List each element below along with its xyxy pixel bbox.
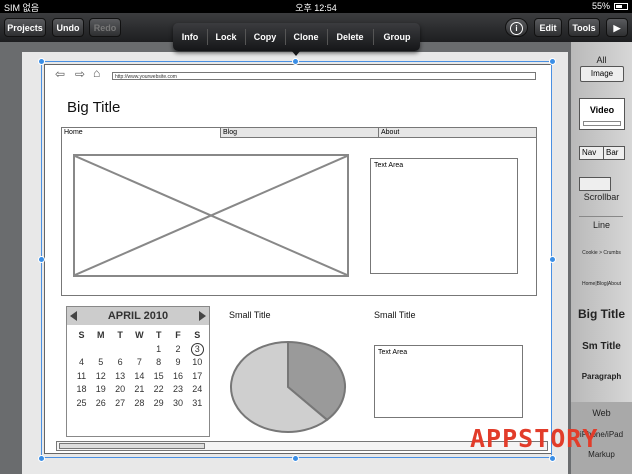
popup-lock-button[interactable]: Lock <box>208 23 244 51</box>
panel-video-label: Video <box>589 105 615 115</box>
popup-clone-button[interactable]: Clone <box>286 23 326 51</box>
battery-percent: 55% <box>591 1 610 11</box>
video-progress-icon <box>583 121 621 126</box>
undo-button[interactable]: Undo <box>52 18 84 37</box>
play-icon: ▶ <box>613 23 621 33</box>
redo-button[interactable]: Redo <box>89 18 121 37</box>
panel-bar-label: Bar <box>603 147 618 159</box>
panel-web-tab[interactable]: Web <box>571 408 632 418</box>
resize-handle-top-right[interactable] <box>549 58 556 65</box>
scrollbar-preview-icon <box>579 177 611 191</box>
resize-handle-bottom[interactable] <box>292 455 299 462</box>
panel-all-tab[interactable]: All <box>571 55 632 65</box>
popup-arrow <box>291 50 301 56</box>
context-popup: Info Lock Copy Clone Delete Group <box>173 23 420 51</box>
panel-line-item[interactable]: Line <box>571 220 632 230</box>
status-bar: SIM 없음 오후 12:54 55% <box>0 0 632 13</box>
selection-box <box>41 61 552 458</box>
panel-breadcrumbs-item[interactable]: Cookie > Crumbs <box>571 250 632 256</box>
resize-handle-bottom-left[interactable] <box>38 455 45 462</box>
tools-button[interactable]: Tools <box>568 18 600 37</box>
panel-navbar-item[interactable]: Nav Bar <box>579 146 625 160</box>
panel-sm-title-item[interactable]: Sm Title <box>571 341 632 352</box>
popup-info-button[interactable]: Info <box>173 23 207 51</box>
panel-image-item[interactable]: Image <box>580 66 624 82</box>
edit-button[interactable]: Edit <box>534 18 562 37</box>
panel-big-title-item[interactable]: Big Title <box>571 307 632 321</box>
panel-scrollbar-item[interactable]: Scrollbar <box>571 192 632 202</box>
resize-handle-right[interactable] <box>549 256 556 263</box>
panel-tabs-item[interactable]: Home|Blog|About <box>571 281 632 287</box>
popup-group-button[interactable]: Group <box>374 23 420 51</box>
play-button[interactable]: ▶ <box>606 18 628 37</box>
panel-nav-label: Nav <box>582 148 597 157</box>
battery-icon <box>614 3 628 10</box>
resize-handle-left[interactable] <box>38 256 45 263</box>
panel-video-item[interactable]: Video <box>579 98 625 130</box>
resize-handle-top[interactable] <box>292 58 299 65</box>
line-preview-icon <box>579 216 623 217</box>
popup-copy-button[interactable]: Copy <box>246 23 284 51</box>
popup-delete-button[interactable]: Delete <box>328 23 372 51</box>
resize-handle-top-left[interactable] <box>38 58 45 65</box>
info-button[interactable]: i <box>505 18 528 37</box>
projects-button[interactable]: Projects <box>4 18 46 37</box>
panel-paragraph-item[interactable]: Paragraph <box>571 372 632 381</box>
watermark-logo: APPSTORY <box>470 424 599 453</box>
component-panel: All Image Video Nav Bar Scrollbar Line C… <box>571 42 632 474</box>
resize-handle-bottom-right[interactable] <box>549 455 556 462</box>
info-icon: i <box>510 22 523 35</box>
